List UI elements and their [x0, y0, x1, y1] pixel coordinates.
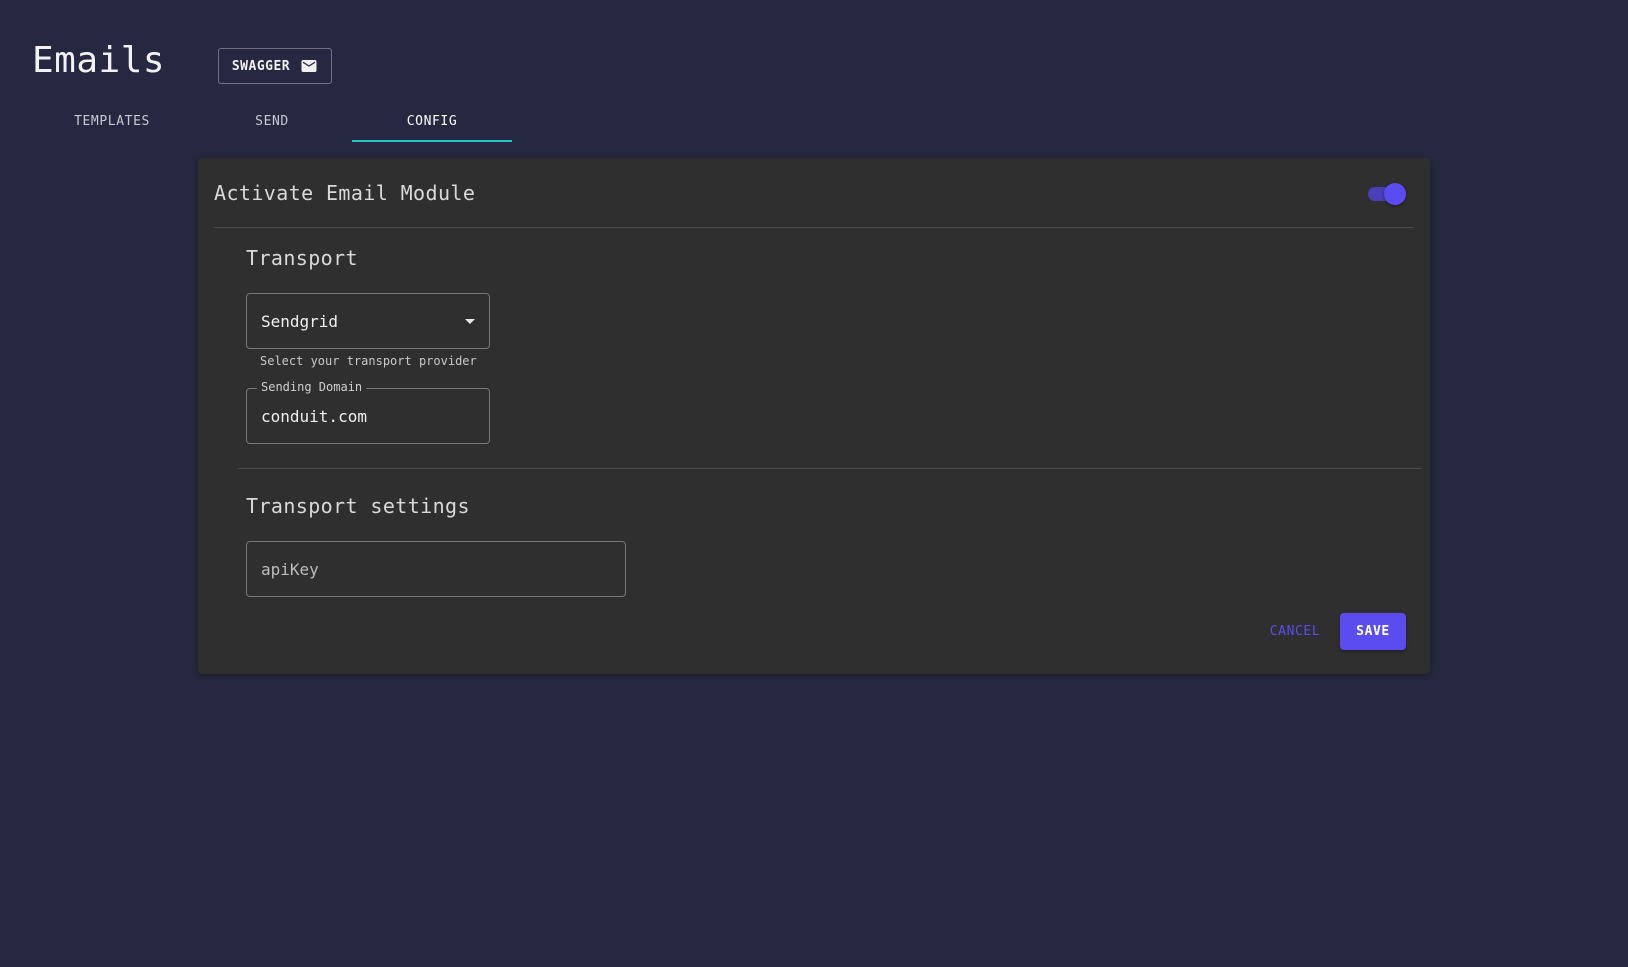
page-title: Emails: [32, 40, 166, 81]
transport-section-title: Transport: [246, 246, 358, 270]
transport-helper-text: Select your transport provider: [260, 354, 477, 368]
tab-bar: TEMPLATES SEND CONFIG: [32, 100, 512, 142]
sending-domain-field: Sending Domain: [246, 380, 490, 444]
mail-icon: [300, 57, 318, 75]
email-config-page: Emails SWAGGER TEMPLATES SEND CONFIG Act…: [0, 0, 1628, 967]
toggle-thumb: [1384, 183, 1406, 205]
config-card: Activate Email Module Transport Sendgrid…: [198, 158, 1430, 674]
tab-send[interactable]: SEND: [192, 100, 352, 142]
activate-module-toggle[interactable]: [1366, 182, 1406, 205]
api-key-input[interactable]: [247, 542, 625, 596]
divider: [238, 468, 1422, 469]
cancel-button[interactable]: CANCEL: [1258, 613, 1332, 649]
divider: [214, 227, 1414, 228]
transport-settings-section-title: Transport settings: [246, 494, 470, 518]
sending-domain-input[interactable]: [247, 389, 489, 443]
swagger-button-label: SWAGGER: [231, 58, 291, 74]
transport-select-value: Sendgrid: [261, 311, 339, 331]
tab-templates[interactable]: TEMPLATES: [32, 100, 192, 142]
tab-config[interactable]: CONFIG: [352, 100, 512, 142]
transport-select[interactable]: Sendgrid: [246, 293, 490, 349]
activate-module-label: Activate Email Module: [214, 181, 476, 205]
save-button[interactable]: SAVE: [1340, 613, 1406, 650]
swagger-button[interactable]: SWAGGER: [218, 48, 332, 84]
card-header: Activate Email Module: [214, 178, 1406, 208]
caret-down-icon: [465, 318, 475, 324]
api-key-field: [246, 541, 626, 597]
